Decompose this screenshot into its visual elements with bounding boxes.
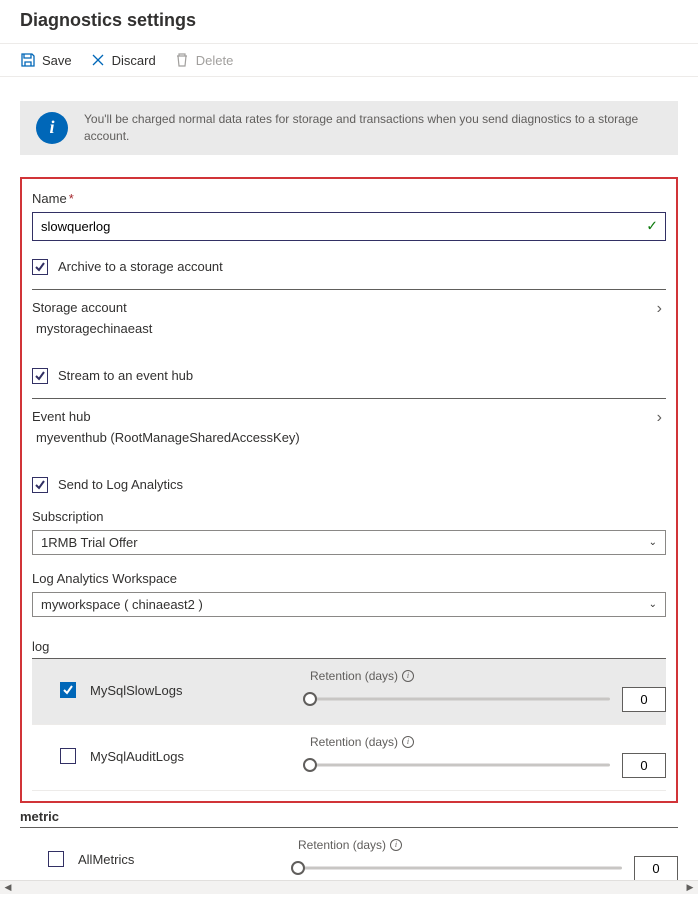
log-section-title: log bbox=[32, 639, 666, 659]
scroll-right-arrow[interactable]: ▶ bbox=[682, 882, 698, 893]
allmetrics-retention-slider[interactable] bbox=[298, 861, 622, 875]
storage-account-picker[interactable]: Storage account mystoragechinaeast › bbox=[32, 289, 666, 350]
info-icon[interactable]: i bbox=[390, 839, 402, 851]
archive-checkbox[interactable] bbox=[32, 259, 48, 275]
auditlogs-retention-input[interactable] bbox=[622, 753, 666, 778]
chevron-down-icon: ⌄ bbox=[649, 599, 657, 610]
discard-button[interactable]: Discard bbox=[90, 52, 156, 68]
info-message: You'll be charged normal data rates for … bbox=[84, 111, 662, 145]
log-row-slowlogs: MySqlSlowLogs Retention (days) i bbox=[32, 659, 666, 725]
name-label: Name* bbox=[32, 191, 666, 206]
slowlogs-name: MySqlSlowLogs bbox=[90, 683, 310, 698]
info-icon[interactable]: i bbox=[402, 670, 414, 682]
auditlogs-retention-slider[interactable] bbox=[310, 758, 610, 772]
stream-checkbox-row[interactable]: Stream to an event hub bbox=[32, 368, 666, 384]
save-label: Save bbox=[42, 53, 72, 68]
horizontal-scrollbar[interactable]: ◀ ▶ bbox=[0, 880, 698, 894]
name-input[interactable] bbox=[32, 212, 666, 241]
log-row-auditlogs: MySqlAuditLogs Retention (days) i bbox=[32, 725, 666, 791]
allmetrics-retention: Retention (days) i bbox=[298, 838, 678, 881]
auditlogs-retention: Retention (days) i bbox=[310, 735, 666, 778]
save-button[interactable]: Save bbox=[20, 52, 72, 68]
event-hub-picker[interactable]: Event hub myeventhub (RootManageSharedAc… bbox=[32, 398, 666, 459]
slowlogs-retention: Retention (days) i bbox=[310, 669, 666, 712]
toolbar: Save Discard Delete bbox=[0, 44, 698, 77]
storage-picker-label: Storage account bbox=[32, 300, 152, 315]
subscription-field: Subscription 1RMB Trial Offer ⌄ bbox=[32, 509, 666, 555]
slowlogs-retention-slider[interactable] bbox=[310, 692, 610, 706]
auditlogs-checkbox[interactable] bbox=[60, 748, 76, 764]
workspace-label: Log Analytics Workspace bbox=[32, 571, 666, 586]
stream-label: Stream to an event hub bbox=[58, 368, 193, 383]
retention-label: Retention (days) i bbox=[298, 838, 678, 852]
metric-section-title: metric bbox=[20, 809, 678, 828]
loganalytics-checkbox-row[interactable]: Send to Log Analytics bbox=[32, 477, 666, 493]
allmetrics-name: AllMetrics bbox=[78, 852, 298, 867]
loganalytics-checkbox[interactable] bbox=[32, 477, 48, 493]
page-header: Diagnostics settings bbox=[0, 0, 698, 44]
name-input-wrap: ✓ bbox=[32, 212, 666, 241]
content-area: i You'll be charged normal data rates fo… bbox=[0, 77, 698, 914]
storage-picker-value: mystoragechinaeast bbox=[32, 321, 152, 336]
valid-check-icon: ✓ bbox=[646, 218, 658, 235]
loganalytics-label: Send to Log Analytics bbox=[58, 477, 183, 492]
allmetrics-retention-input[interactable] bbox=[634, 856, 678, 881]
allmetrics-checkbox[interactable] bbox=[48, 851, 64, 867]
chevron-right-icon: › bbox=[657, 409, 666, 427]
retention-label: Retention (days) i bbox=[310, 735, 666, 749]
slowlogs-retention-input[interactable] bbox=[622, 687, 666, 712]
chevron-right-icon: › bbox=[657, 300, 666, 318]
discard-label: Discard bbox=[112, 53, 156, 68]
delete-button: Delete bbox=[174, 52, 234, 68]
discard-icon bbox=[90, 52, 106, 68]
workspace-dropdown[interactable]: myworkspace ( chinaeast2 ) ⌄ bbox=[32, 592, 666, 617]
info-banner: i You'll be charged normal data rates fo… bbox=[20, 101, 678, 155]
workspace-field: Log Analytics Workspace myworkspace ( ch… bbox=[32, 571, 666, 617]
workspace-value: myworkspace ( chinaeast2 ) bbox=[41, 597, 203, 612]
subscription-label: Subscription bbox=[32, 509, 666, 524]
retention-label: Retention (days) i bbox=[310, 669, 666, 683]
info-icon[interactable]: i bbox=[402, 736, 414, 748]
auditlogs-name: MySqlAuditLogs bbox=[90, 749, 310, 764]
delete-label: Delete bbox=[196, 53, 234, 68]
save-icon bbox=[20, 52, 36, 68]
subscription-value: 1RMB Trial Offer bbox=[41, 535, 138, 550]
page-title: Diagnostics settings bbox=[20, 10, 678, 31]
settings-form-highlight: Name* ✓ Archive to a storage account Sto… bbox=[20, 177, 678, 803]
eventhub-picker-label: Event hub bbox=[32, 409, 300, 424]
scroll-left-arrow[interactable]: ◀ bbox=[0, 882, 16, 893]
delete-icon bbox=[174, 52, 190, 68]
archive-checkbox-row[interactable]: Archive to a storage account bbox=[32, 259, 666, 275]
chevron-down-icon: ⌄ bbox=[649, 537, 657, 548]
eventhub-picker-value: myeventhub (RootManageSharedAccessKey) bbox=[32, 430, 300, 445]
stream-checkbox[interactable] bbox=[32, 368, 48, 384]
archive-label: Archive to a storage account bbox=[58, 259, 223, 274]
slowlogs-checkbox[interactable] bbox=[60, 682, 76, 698]
info-icon: i bbox=[36, 112, 68, 144]
subscription-dropdown[interactable]: 1RMB Trial Offer ⌄ bbox=[32, 530, 666, 555]
